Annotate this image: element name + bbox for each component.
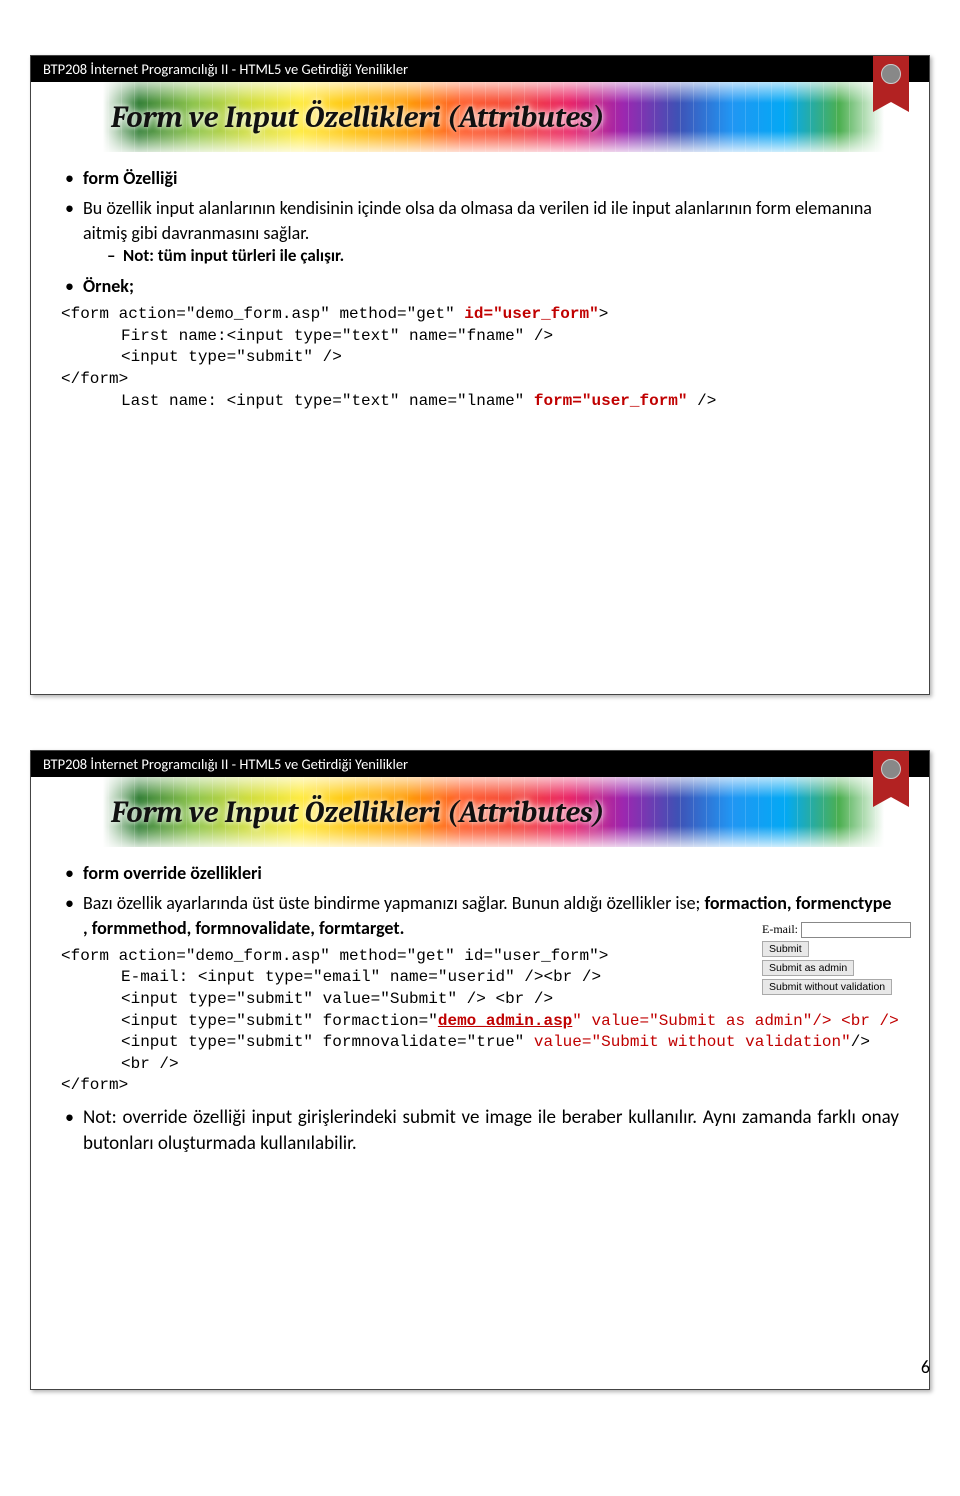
slide1-title: Form ve Input Özellikleri (Attributes) — [111, 100, 605, 135]
slide2-course: BTP208 İnternet Programcılığı II - HTML5… — [43, 755, 408, 773]
s2-note: Not: override özelliği input girişlerind… — [61, 1105, 899, 1156]
slide2-title: Form ve Input Özellikleri (Attributes) — [111, 795, 605, 830]
demo-submit-admin-button[interactable]: Submit as admin — [762, 960, 854, 976]
slide-1: BTP208 İnternet Programcılığı II - HTML5… — [30, 55, 930, 695]
demo-email-input[interactable] — [801, 922, 911, 938]
slide2-header: BTP208 İnternet Programcılığı II - HTML5… — [31, 751, 929, 777]
slide1-course: BTP208 İnternet Programcılığı II - HTML5… — [43, 60, 408, 78]
form-demo: E-mail: Submit Submit as admin Submit wi… — [762, 921, 911, 995]
s1-bullet3: Örnek; — [83, 275, 134, 297]
ribbon-icon — [873, 751, 909, 797]
rainbow-banner: Form ve Input Özellikleri (Attributes) — [31, 777, 929, 847]
logo-icon — [881, 64, 901, 84]
demo-submit-button[interactable]: Submit — [762, 941, 809, 957]
rainbow-banner: Form ve Input Özellikleri (Attributes) — [31, 82, 929, 152]
s2-bullet1: form override özellikleri — [83, 862, 262, 884]
s1-bullet1: form Özelliği — [83, 167, 177, 189]
s1-code: <form action="demo_form.asp" method="get… — [61, 304, 899, 412]
slide-2: BTP208 İnternet Programcılığı II - HTML5… — [30, 750, 930, 1390]
logo-icon — [881, 759, 901, 779]
demo-email-label: E-mail: — [762, 922, 798, 936]
slide2-body: form override özellikleri Bazı özellik a… — [31, 847, 929, 1182]
s1-bullet2: Bu özellik input alanlarının kendisinin … — [61, 196, 899, 268]
slide1-body: form Özelliği Bu özellik input alanların… — [31, 152, 929, 432]
slide1-header: BTP208 İnternet Programcılığı II - HTML5… — [31, 56, 929, 82]
page-number: 6 — [921, 1356, 930, 1378]
s1-bullet2-sub: Not: tüm input türleri ile çalışır. — [83, 245, 899, 268]
demo-submit-novalidate-button[interactable]: Submit without validation — [762, 979, 892, 995]
ribbon-icon — [873, 56, 909, 102]
